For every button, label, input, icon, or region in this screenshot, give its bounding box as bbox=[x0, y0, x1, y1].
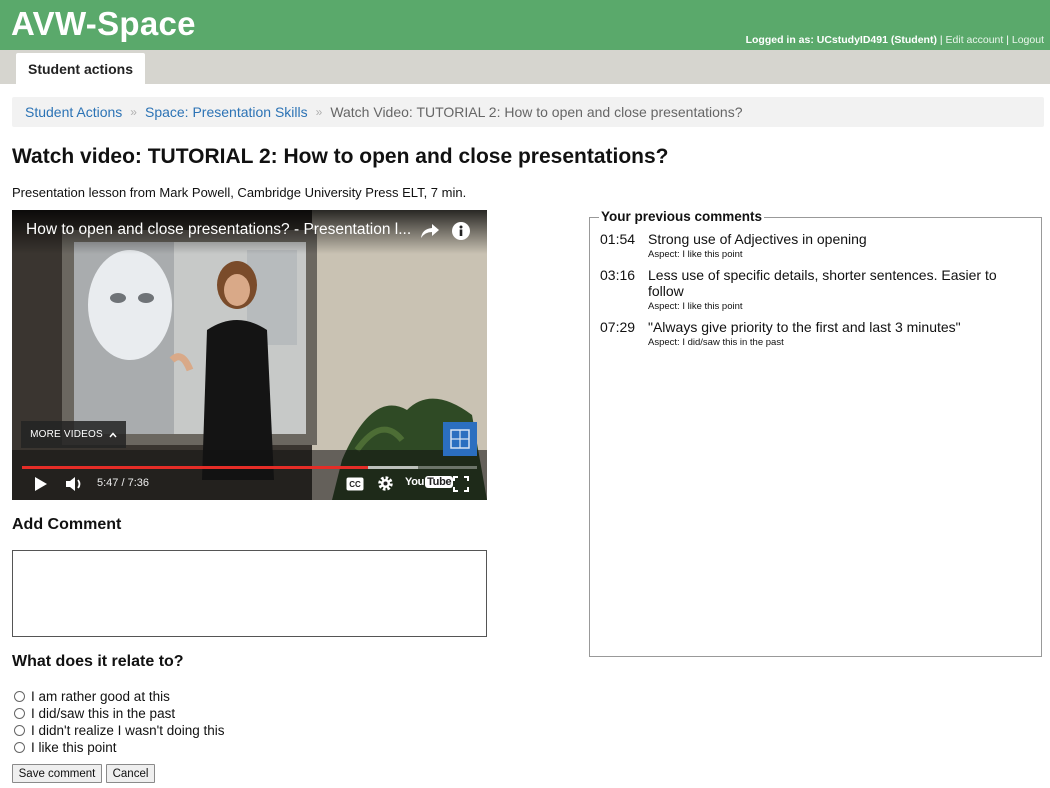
video-player[interactable]: How to open and close presentations? - P… bbox=[12, 210, 487, 500]
aspect-option-label: I like this point bbox=[31, 740, 117, 755]
aspect-option-good[interactable]: I am rather good at this bbox=[14, 688, 225, 705]
tab-strip: Student actions bbox=[0, 50, 1050, 84]
edit-account-link[interactable]: Edit account bbox=[946, 34, 1004, 46]
info-icon[interactable] bbox=[451, 221, 471, 241]
page-title: Watch video: TUTORIAL 2: How to open and… bbox=[12, 145, 669, 168]
more-videos-button[interactable]: MORE VIDEOS bbox=[21, 421, 126, 448]
comment-input[interactable] bbox=[12, 550, 487, 637]
breadcrumb-space[interactable]: Space: Presentation Skills bbox=[145, 104, 308, 120]
play-icon[interactable] bbox=[34, 476, 48, 492]
comment-aspect: Aspect: I like this point bbox=[648, 249, 743, 260]
username: UCstudyID491 (Student) bbox=[816, 34, 937, 46]
logout-link[interactable]: Logout bbox=[1012, 34, 1044, 46]
chevron-up-icon bbox=[109, 431, 117, 437]
app-header: AVW-Space Logged in as: UCstudyID491 (St… bbox=[0, 0, 1050, 50]
fullscreen-icon[interactable] bbox=[453, 476, 469, 492]
previous-comments-panel: Your previous comments 01:54 Strong use … bbox=[589, 209, 1042, 657]
breadcrumb-separator: » bbox=[130, 105, 137, 119]
radio-button[interactable] bbox=[14, 742, 25, 753]
aspect-option-label: I didn't realize I wasn't doing this bbox=[31, 723, 225, 738]
video-progress-fill bbox=[22, 466, 368, 469]
breadcrumb-current: Watch Video: TUTORIAL 2: How to open and… bbox=[330, 104, 743, 120]
comment-timestamp[interactable]: 01:54 bbox=[600, 231, 635, 247]
comment-aspect: Aspect: I did/saw this in the past bbox=[648, 337, 784, 348]
brand-logo[interactable]: AVW-Space bbox=[11, 5, 196, 43]
aspect-option-didnt-realize[interactable]: I didn't realize I wasn't doing this bbox=[14, 722, 225, 739]
aspect-radio-group: I am rather good at this I did/saw this … bbox=[14, 688, 225, 756]
radio-button[interactable] bbox=[14, 691, 25, 702]
video-time: 5:47 / 7:36 bbox=[97, 477, 149, 489]
channel-badge[interactable] bbox=[443, 422, 477, 456]
video-progress-bar[interactable] bbox=[22, 466, 477, 469]
comment-text: Less use of specific details, shorter se… bbox=[648, 267, 997, 299]
radio-button[interactable] bbox=[14, 725, 25, 736]
aspect-option-did-saw[interactable]: I did/saw this in the past bbox=[14, 705, 225, 722]
aspect-option-like[interactable]: I like this point bbox=[14, 739, 225, 756]
comment-text: "Always give priority to the first and l… bbox=[648, 319, 961, 335]
share-icon[interactable] bbox=[420, 222, 440, 240]
youtube-logo[interactable]: You Tube bbox=[405, 476, 454, 488]
cc-label: CC bbox=[349, 480, 361, 489]
breadcrumb: Student Actions » Space: Presentation Sk… bbox=[12, 97, 1044, 127]
gear-icon[interactable] bbox=[377, 475, 394, 492]
relate-heading: What does it relate to? bbox=[12, 653, 184, 670]
comment-timestamp[interactable]: 03:16 bbox=[600, 267, 635, 283]
add-comment-heading: Add Comment bbox=[12, 516, 122, 533]
video-title[interactable]: How to open and close presentations? - P… bbox=[26, 221, 416, 239]
comment-aspect: Aspect: I like this point bbox=[648, 301, 743, 312]
comment-text: Strong use of Adjectives in opening bbox=[648, 231, 867, 247]
captions-icon[interactable]: CC bbox=[346, 477, 364, 491]
breadcrumb-separator: » bbox=[315, 105, 323, 119]
breadcrumb-student-actions[interactable]: Student Actions bbox=[25, 104, 122, 120]
aspect-option-label: I am rather good at this bbox=[31, 689, 170, 704]
comment-timestamp[interactable]: 07:29 bbox=[600, 319, 635, 335]
save-comment-button[interactable]: Save comment bbox=[12, 764, 102, 783]
cancel-button[interactable]: Cancel bbox=[106, 764, 155, 783]
video-description: Presentation lesson from Mark Powell, Ca… bbox=[12, 185, 467, 200]
user-bar: Logged in as: UCstudyID491 (Student) | E… bbox=[745, 34, 1044, 46]
previous-comments-legend: Your previous comments bbox=[599, 209, 765, 224]
tab-student-actions[interactable]: Student actions bbox=[16, 53, 145, 84]
volume-icon[interactable] bbox=[65, 476, 85, 492]
logged-in-label: Logged in as: UCstudyID491 (Student) bbox=[745, 34, 937, 46]
radio-button[interactable] bbox=[14, 708, 25, 719]
aspect-option-label: I did/saw this in the past bbox=[31, 706, 176, 721]
